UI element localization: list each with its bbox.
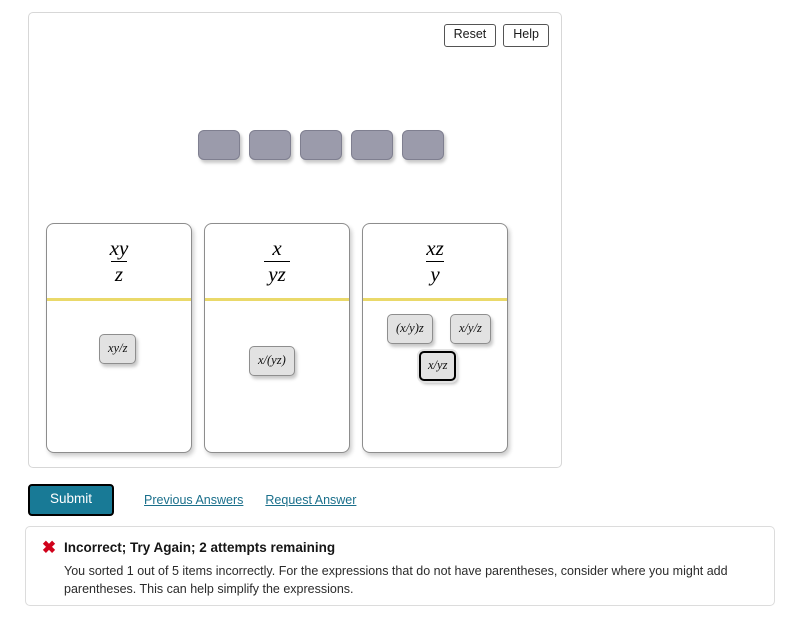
submit-button[interactable]: Submit bbox=[28, 484, 115, 516]
previous-answers-link[interactable]: Previous Answers bbox=[144, 493, 243, 507]
answer-tile[interactable]: (x/y)z bbox=[387, 314, 433, 344]
fraction-denominator: z bbox=[110, 260, 128, 286]
fraction-denominator: y bbox=[426, 260, 444, 286]
sorting-bin[interactable]: xy z xy/z bbox=[46, 223, 192, 453]
fraction-expression: xz y bbox=[422, 237, 448, 285]
fraction-denominator: yz bbox=[264, 260, 290, 286]
request-answer-link[interactable]: Request Answer bbox=[265, 493, 356, 507]
exercise-panel: Reset Help xy z xy/z x yz x/(yz) xz y (x… bbox=[28, 12, 562, 468]
sorting-bin[interactable]: x yz x/(yz) bbox=[204, 223, 350, 453]
sorting-bin-row: xy z xy/z x yz x/(yz) xz y (x/y)z x/y/z … bbox=[46, 223, 508, 453]
sorting-bin[interactable]: xz y (x/y)z x/y/z x/yz bbox=[362, 223, 508, 453]
fraction-numerator: xy bbox=[109, 235, 129, 260]
fraction-expression: x yz bbox=[264, 237, 290, 285]
bin-body: (x/y)z x/y/z x/yz bbox=[363, 301, 507, 453]
bin-body: x/(yz) bbox=[205, 301, 349, 453]
answer-tile-selected[interactable]: x/yz bbox=[419, 351, 457, 381]
reset-button[interactable]: Reset bbox=[443, 24, 497, 47]
unsorted-slot[interactable] bbox=[351, 130, 393, 160]
feedback-heading: Incorrect; Try Again; 2 attempts remaini… bbox=[64, 540, 336, 555]
unsorted-slot[interactable] bbox=[198, 130, 240, 160]
feedback-panel: ✖ Incorrect; Try Again; 2 attempts remai… bbox=[25, 526, 775, 606]
unsorted-slot-row bbox=[198, 130, 444, 160]
x-mark-icon: ✖ bbox=[41, 538, 57, 557]
help-button[interactable]: Help bbox=[503, 24, 549, 47]
bin-body: xy/z bbox=[47, 301, 191, 453]
unsorted-slot[interactable] bbox=[402, 130, 444, 160]
fraction-numerator: x bbox=[272, 235, 282, 260]
unsorted-slot[interactable] bbox=[300, 130, 342, 160]
fraction-numerator: xz bbox=[426, 235, 444, 260]
fraction-expression: xy z bbox=[106, 237, 133, 285]
tool-button-row: Reset Help bbox=[443, 24, 549, 47]
exercise-screen: Reset Help xy z xy/z x yz x/(yz) xz y (x… bbox=[0, 0, 800, 628]
answer-tile[interactable]: xy/z bbox=[99, 334, 137, 364]
action-row: Submit Previous Answers Request Answer bbox=[28, 484, 356, 516]
unsorted-slot[interactable] bbox=[249, 130, 291, 160]
answer-tile[interactable]: x/(yz) bbox=[249, 346, 295, 376]
bin-header: x yz bbox=[205, 224, 349, 301]
bin-header: xz y bbox=[363, 224, 507, 301]
feedback-body: You sorted 1 out of 5 items incorrectly.… bbox=[64, 564, 728, 597]
answer-tile[interactable]: x/y/z bbox=[450, 314, 491, 344]
bin-header: xy z bbox=[47, 224, 191, 301]
